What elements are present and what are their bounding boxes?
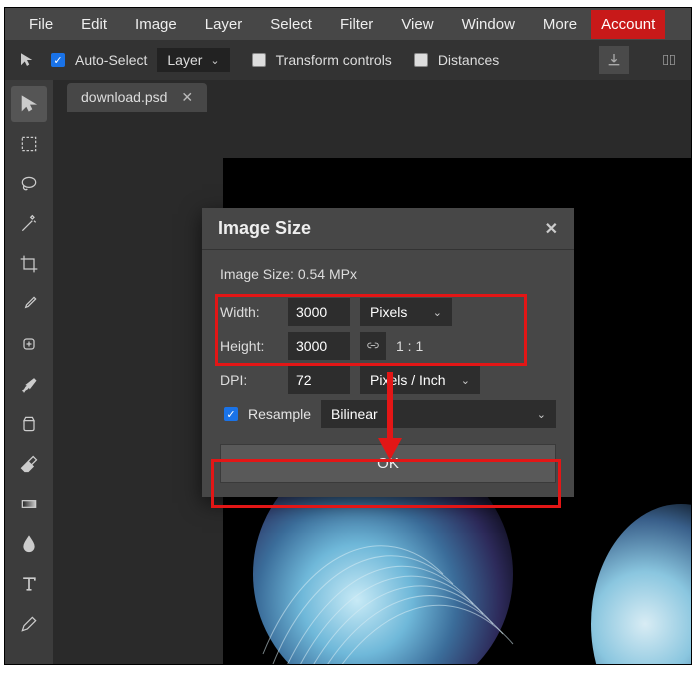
auto-select-label: Auto-Select (75, 52, 147, 68)
dialog-titlebar: Image Size ✕ (202, 208, 574, 250)
transform-controls-checkbox[interactable] (252, 53, 266, 67)
layer-target-dropdown[interactable]: Layer ⌄ (157, 48, 229, 72)
document-tab-label: download.psd (81, 89, 167, 105)
menu-image[interactable]: Image (121, 10, 191, 39)
menu-view[interactable]: View (387, 10, 447, 39)
menu-account[interactable]: Account (591, 10, 665, 39)
dpi-unit-select[interactable]: Pixels / Inch ⌄ (360, 366, 480, 394)
blur-tool[interactable] (11, 526, 47, 562)
close-icon[interactable]: ✕ (181, 89, 193, 106)
link-aspect-icon[interactable] (360, 332, 386, 360)
artwork-right (591, 504, 691, 664)
distances-label: Distances (438, 52, 499, 68)
chevron-down-icon: ⌄ (461, 374, 470, 387)
toolbox (5, 80, 53, 664)
menu-layer[interactable]: Layer (191, 10, 257, 39)
type-tool[interactable] (11, 566, 47, 602)
menu-filter[interactable]: Filter (326, 10, 387, 39)
ok-button[interactable]: OK (220, 444, 556, 483)
eyedropper-tool[interactable] (11, 286, 47, 322)
chevron-down-icon: ⌄ (210, 54, 219, 67)
lasso-tool[interactable] (11, 166, 47, 202)
chevron-down-icon: ⌄ (537, 408, 546, 421)
gradient-tool[interactable] (11, 486, 47, 522)
resample-checkbox[interactable]: ✓ (224, 407, 238, 421)
brush-tool[interactable] (11, 366, 47, 402)
width-unit-select[interactable]: Pixels ⌄ (360, 298, 452, 326)
menu-more[interactable]: More (529, 10, 591, 39)
dialog-title: Image Size (218, 218, 311, 239)
download-icon[interactable] (599, 46, 629, 74)
wand-tool[interactable] (11, 206, 47, 242)
crop-tool[interactable] (11, 246, 47, 282)
menu-select[interactable]: Select (256, 10, 326, 39)
dpi-input[interactable] (288, 366, 350, 394)
width-input[interactable] (288, 298, 350, 326)
chevron-down-icon: ⌄ (433, 306, 442, 319)
healing-tool[interactable] (11, 326, 47, 362)
height-input[interactable] (288, 332, 350, 360)
move-tool-icon (13, 46, 41, 74)
dpi-unit-value: Pixels / Inch (370, 372, 445, 388)
image-size-info: Image Size: 0.54 MPx (220, 264, 556, 292)
transform-controls-label: Transform controls (276, 52, 392, 68)
layer-target-value: Layer (167, 52, 202, 68)
auto-select-checkbox[interactable]: ✓ (51, 53, 65, 67)
image-size-dialog: Image Size ✕ Image Size: 0.54 MPx Width:… (202, 208, 574, 497)
dpi-label: DPI: (220, 372, 278, 388)
eraser-tool[interactable] (11, 446, 47, 482)
resample-method-value: Bilinear (331, 406, 378, 422)
menu-bar: File Edit Image Layer Select Filter View… (5, 8, 691, 40)
width-unit-value: Pixels (370, 304, 407, 320)
app-window: File Edit Image Layer Select Filter View… (4, 7, 692, 665)
marquee-tool[interactable] (11, 126, 47, 162)
options-bar: ✓ Auto-Select Layer ⌄ Transform controls… (5, 40, 691, 80)
menu-file[interactable]: File (15, 10, 67, 39)
aspect-ratio: 1 : 1 (396, 338, 423, 354)
pen-tool[interactable] (11, 606, 47, 642)
resample-label: Resample (248, 406, 311, 422)
document-tab[interactable]: download.psd ✕ (67, 83, 207, 112)
clone-tool[interactable] (11, 406, 47, 442)
document-tabs: download.psd ✕ (53, 80, 691, 114)
distances-checkbox[interactable] (414, 53, 428, 67)
move-tool[interactable] (11, 86, 47, 122)
height-label: Height: (220, 338, 278, 354)
dialog-close-icon[interactable]: ✕ (545, 219, 558, 239)
menu-edit[interactable]: Edit (67, 10, 121, 39)
align-icon[interactable] (655, 46, 683, 74)
width-label: Width: (220, 304, 278, 320)
resample-method-select[interactable]: Bilinear ⌄ (321, 400, 556, 428)
menu-window[interactable]: Window (448, 10, 529, 39)
